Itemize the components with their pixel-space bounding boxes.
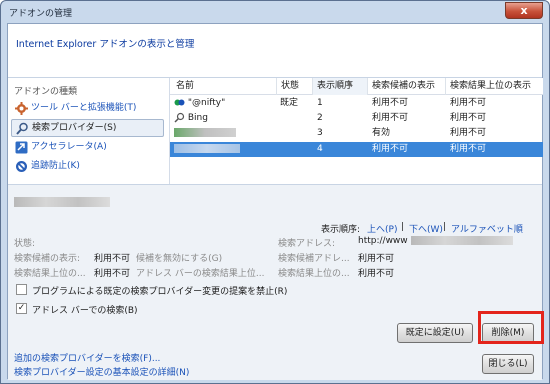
row-name: "@nifty" xyxy=(187,98,226,108)
table-row[interactable]: "@nifty" 既定 1 利用不可 利用不可 xyxy=(170,96,543,111)
search-provider-list: 名前 状態 表示順序 ▲ 検索候補の表示 検索結果上位の表示 "@nifty" … xyxy=(169,78,543,184)
move-up-link[interactable]: 上へ(P) xyxy=(367,222,397,235)
table-row[interactable]: Bing 2 利用不可 利用不可 xyxy=(170,111,543,126)
column-header-name[interactable]: 名前 xyxy=(176,78,276,95)
row-top-results: 利用不可 xyxy=(450,144,487,154)
suggestions-label: 検索候補の表示: xyxy=(14,254,81,264)
row-order: 4 xyxy=(317,144,323,154)
addon-types-pane: アドオンの種類 ツール バーと拡張機能(T) 検索プロバイダー(S) アクセラレ… xyxy=(8,78,168,184)
column-header-status[interactable]: 状態 xyxy=(276,78,312,95)
row-status: 既定 xyxy=(280,98,299,108)
redacted-name xyxy=(174,128,236,137)
type-item-toolbars[interactable]: ツール バーと拡張機能(T) xyxy=(11,100,164,118)
redacted-address xyxy=(410,236,513,245)
type-item-tracking-protection[interactable]: 追跡防止(K) xyxy=(11,158,164,176)
row-top-results: 利用不可 xyxy=(450,128,487,138)
move-down-link[interactable]: 下へ(W) xyxy=(409,222,443,235)
learn-more-link[interactable]: 検索プロバイダー設定の基本設定の詳細(N) xyxy=(14,365,189,378)
search-address-label: 検索アドレス: xyxy=(278,239,336,249)
top-results-address-label: 検索結果上位の... xyxy=(278,269,350,279)
addon-types-label: アドオンの種類 xyxy=(14,87,78,97)
top-results-label: 検索結果上位の... xyxy=(14,269,86,279)
separator: | xyxy=(401,222,405,232)
row-suggestions: 有効 xyxy=(372,128,391,138)
alphabetical-sort-link[interactable]: アルファベット順 xyxy=(451,222,523,235)
search-address-value: http://www xyxy=(358,236,513,246)
type-item-label: アクセラレータ(A) xyxy=(31,142,107,152)
details-pane: 表示順序: 上へ(P) | 下へ(W) | アルファベット順 状態: 検索候補の… xyxy=(8,184,542,380)
row-name-cell: "@nifty" xyxy=(174,96,225,111)
type-item-label: 検索プロバイダー(S) xyxy=(32,123,117,133)
prevent-change-label[interactable]: プログラムによる既定の検索プロバイダー変更の提案を禁止(R) xyxy=(32,284,287,297)
column-header-suggestions[interactable]: 検索候補の表示 xyxy=(367,78,445,95)
header-area: Internet Explorer アドオンの表示と管理 xyxy=(8,24,542,78)
window-close-button[interactable]: x xyxy=(505,2,543,19)
prevent-change-checkbox[interactable] xyxy=(16,284,27,295)
find-more-providers-link[interactable]: 追加の検索プロバイダーを検索(F)... xyxy=(14,351,160,364)
delete-button-highlight xyxy=(478,311,544,344)
row-order: 2 xyxy=(317,113,323,123)
redacted-name xyxy=(174,144,240,153)
separator: | xyxy=(443,222,447,232)
row-suggestions: 利用不可 xyxy=(372,144,409,154)
row-name-cell: Bing xyxy=(174,111,208,126)
row-name: Bing xyxy=(187,113,208,123)
row-order: 1 xyxy=(317,98,323,108)
addon-manager-window: アドオンの管理 x Internet Explorer アドオンの表示と管理 ア… xyxy=(0,0,550,384)
row-name-cell xyxy=(174,142,240,157)
gear-icon xyxy=(15,102,28,115)
address-bar-search-checkbox[interactable]: ✓ xyxy=(16,303,27,314)
row-order: 3 xyxy=(317,128,323,138)
title-bar: アドオンの管理 x xyxy=(1,1,549,23)
row-top-results: 利用不可 xyxy=(450,113,487,123)
row-top-results: 利用不可 xyxy=(450,98,487,108)
search-address-text: http://www xyxy=(358,236,408,246)
type-item-label: ツール バーと拡張機能(T) xyxy=(31,103,137,113)
row-suggestions: 利用不可 xyxy=(372,113,409,123)
search-icon xyxy=(174,112,185,123)
accelerator-icon xyxy=(15,141,28,154)
column-header-top-results[interactable]: 検索結果上位の表示 xyxy=(445,78,543,95)
table-row[interactable]: 3 有効 利用不可 xyxy=(170,126,543,141)
close-button[interactable]: 閉じる(L) xyxy=(482,354,534,374)
type-item-search-providers[interactable]: 検索プロバイダー(S) xyxy=(11,119,164,137)
page-title: Internet Explorer アドオンの表示と管理 xyxy=(16,39,195,50)
dialog-body: Internet Explorer アドオンの表示と管理 アドオンの種類 ツール… xyxy=(7,23,543,380)
type-item-accelerators[interactable]: アクセラレータ(A) xyxy=(11,139,164,157)
table-row-selected[interactable]: 4 利用不可 利用不可 xyxy=(170,142,543,157)
selected-provider-name-redacted xyxy=(14,197,110,207)
suggestion-address-label: 検索候補アドレ... xyxy=(278,254,350,264)
column-header-order[interactable]: 表示順序 ▲ xyxy=(312,78,367,95)
sort-up-icon: ▲ xyxy=(347,79,353,87)
nifty-logo-icon xyxy=(174,99,185,106)
type-item-label: 追跡防止(K) xyxy=(31,161,80,171)
window-title: アドオンの管理 xyxy=(9,9,73,19)
search-icon xyxy=(16,122,28,135)
top-results-value: 利用不可 xyxy=(94,269,131,279)
order-label: 表示順序: xyxy=(321,225,361,235)
row-name-cell xyxy=(174,126,236,141)
list-header: 名前 状態 表示順序 ▲ 検索候補の表示 検索結果上位の表示 xyxy=(170,78,543,95)
top-results-address-value: 利用不可 xyxy=(358,269,395,279)
status-label: 状態: xyxy=(14,239,36,249)
address-bar-top-results-link[interactable]: アドレス バーの検索結果上位... xyxy=(136,266,264,279)
suggestion-address-value: 利用不可 xyxy=(358,254,395,264)
suggestions-value: 利用不可 xyxy=(94,254,131,264)
set-default-button[interactable]: 既定に設定(U) xyxy=(397,323,473,343)
address-bar-search-label[interactable]: アドレス バーでの検索(B) xyxy=(32,303,138,316)
row-suggestions: 利用不可 xyxy=(372,98,409,108)
close-icon: x xyxy=(520,4,528,17)
block-icon xyxy=(16,161,27,172)
disable-suggestions-link[interactable]: 候補を無効にする(G) xyxy=(136,251,222,264)
